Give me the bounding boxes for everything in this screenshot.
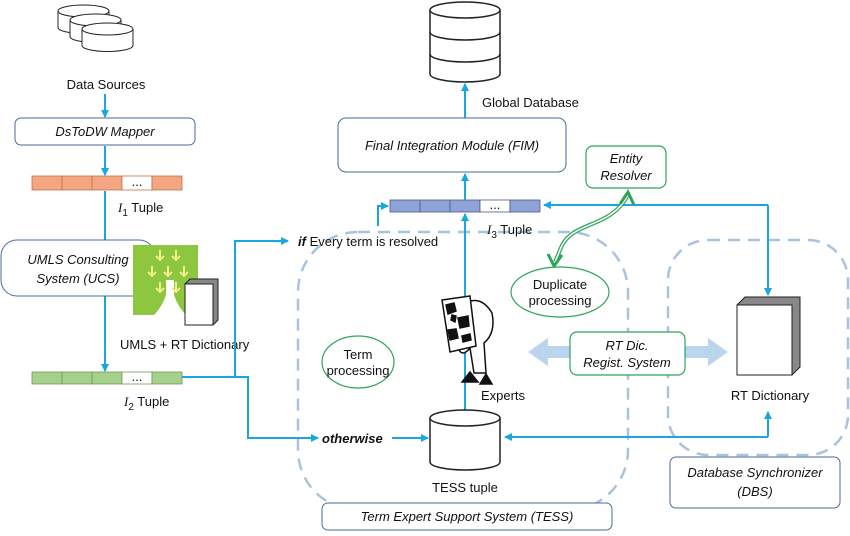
tess-tuple-database-icon (429, 409, 501, 471)
ucs-label-1: UMLS Consulting (27, 252, 129, 267)
global-database-icon (429, 1, 501, 83)
term-processing-ellipse (321, 335, 395, 389)
book-icon (184, 278, 219, 326)
if-resolved-label: if Every term is resolved (298, 234, 438, 249)
duplicate-label-1: Duplicate (533, 277, 587, 292)
otherwise-label: otherwise (322, 431, 383, 446)
tuple-ellipsis: ... (132, 369, 143, 384)
term-label-2: processing (327, 363, 390, 378)
term-label-1: Term (344, 347, 373, 362)
i1-tuple (31, 175, 183, 191)
regist-label-2: Regist. System (583, 355, 671, 370)
experts-label: Experts (481, 388, 526, 403)
umls-label: UMLS + RT Dictionary (120, 337, 250, 352)
entity-resolver-label-2: Resolver (600, 168, 652, 183)
regist-label-1: RT Dic. (605, 338, 648, 353)
tess-label: Term Expert Support System (TESS) (361, 509, 574, 524)
expert-icon (441, 295, 494, 385)
dbs-label-1: Database Synchronizer (687, 465, 823, 480)
architecture-diagram: Data Sources DsToDW Mapper ... I1 Tuple … (0, 1, 850, 531)
rt-dictionary-book-icon (736, 296, 801, 376)
entity-duplicate-link (546, 188, 636, 269)
entity-resolver-label-1: Entity (610, 151, 644, 166)
fim-label: Final Integration Module (FIM) (365, 138, 539, 153)
tuple-ellipsis: ... (490, 197, 501, 212)
ucs-box (0, 239, 156, 297)
data-sources-label: Data Sources (67, 77, 146, 92)
rt-dictionary-label: RT Dictionary (731, 388, 810, 403)
dstodw-mapper-label: DsToDW Mapper (55, 124, 155, 139)
i1-tuple-label: I1 Tuple (117, 200, 163, 219)
i2-tuple-label: I2 Tuple (123, 394, 169, 413)
data-sources-icon (57, 4, 134, 52)
ucs-label-2: System (UCS) (36, 271, 119, 286)
global-database-label: Global Database (482, 95, 579, 110)
i2-tuple (31, 371, 183, 385)
dbs-label-2: (DBS) (737, 484, 772, 499)
duplicate-processing-ellipse (510, 266, 610, 318)
i3-tuple (389, 199, 541, 213)
tuple-ellipsis: ... (132, 174, 143, 189)
duplicate-label-2: processing (529, 293, 592, 308)
i3-tuple-label: I3 Tuple (486, 222, 532, 241)
tess-tuple-label: TESS tuple (432, 480, 498, 495)
